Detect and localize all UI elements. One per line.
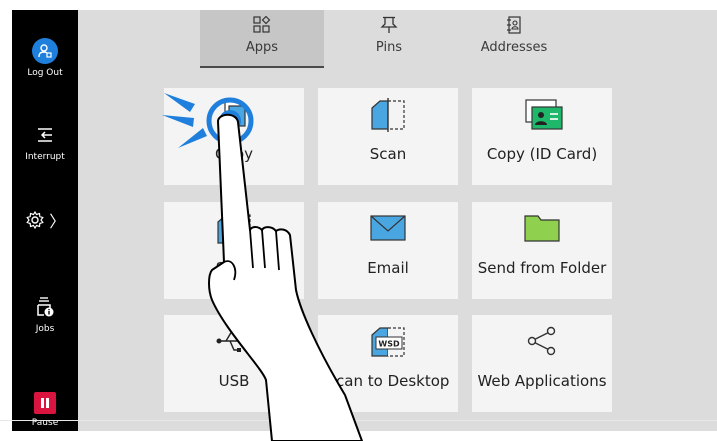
folder-icon (524, 215, 560, 242)
app-tile-send-from-folder[interactable]: Send from Folder (472, 202, 612, 299)
app-tile-web-applications[interactable]: Web Applications (472, 315, 612, 412)
interrupt-icon (38, 128, 52, 142)
app-tile-copy[interactable]: Copy (164, 88, 304, 185)
pause-button[interactable]: Pause (12, 392, 78, 428)
pause-icon (34, 392, 56, 414)
app-tile-label: Scan to Desktop (326, 372, 450, 390)
app-tile-label: Email (367, 259, 409, 277)
interrupt-label: Interrupt (25, 152, 65, 162)
scan-icon (217, 214, 251, 244)
tab-pins[interactable]: Pins (327, 10, 451, 68)
app-tile-scan[interactable]: Scan (318, 88, 458, 185)
tab-addresses[interactable]: Addresses (452, 10, 576, 68)
logout-label: Log Out (27, 68, 63, 78)
jobs-button[interactable]: Jobs (12, 296, 78, 334)
jobs-printer-info-icon (37, 297, 54, 317)
app-tile-copy-id-card[interactable]: Copy (ID Card) (472, 88, 612, 185)
settings-button[interactable]: 〉 (12, 208, 78, 232)
sidebar: Log Out Interrupt 〉 Jobs Pause (12, 10, 78, 431)
wsd-scan-icon: WSD (371, 327, 405, 357)
app-tile-label: Copy (ID Card) (486, 145, 598, 163)
app-tile-usb[interactable]: USB (164, 315, 304, 412)
address-book-icon (507, 16, 521, 34)
tab-pins-label: Pins (375, 40, 403, 55)
chevron-right-icon: 〉 (49, 214, 66, 231)
interrupt-button[interactable]: Interrupt (12, 126, 78, 162)
apps-grid-icon (253, 16, 271, 33)
gear-icon (25, 210, 44, 230)
tab-apps[interactable]: Apps (200, 10, 324, 68)
app-tile-label: Scan (215, 259, 253, 277)
app-tile-scan-to-desktop[interactable]: WSD Scan to Desktop (318, 315, 458, 412)
app-tile-label: Scan (369, 145, 407, 163)
app-tile-label: Web Applications (477, 372, 607, 390)
id-card-icon (525, 99, 563, 130)
app-tile-email[interactable]: Email (318, 202, 458, 299)
jobs-label: Jobs (35, 324, 55, 334)
envelope-icon (370, 215, 406, 241)
tab-apps-label: Apps (245, 40, 279, 55)
tab-addresses-label: Addresses (480, 40, 548, 55)
app-tile-label: Send from Folder (477, 259, 607, 277)
app-tile-label: Copy (214, 145, 254, 163)
copy-icon (224, 100, 246, 127)
pin-icon (380, 16, 398, 33)
logout-button[interactable]: Log Out (12, 38, 78, 78)
app-tile-label: USB (218, 372, 250, 390)
svg-text:WSD: WSD (378, 340, 400, 349)
scan-icon (371, 98, 405, 132)
user-logout-icon (32, 38, 58, 64)
usb-icon (216, 328, 252, 352)
bottom-divider (0, 420, 717, 421)
home-screen: Apps Pins Addresses Copy Scan Copy (ID C… (78, 10, 717, 431)
share-nodes-icon (527, 326, 556, 356)
app-tile-scan-2[interactable]: Scan (164, 202, 304, 299)
